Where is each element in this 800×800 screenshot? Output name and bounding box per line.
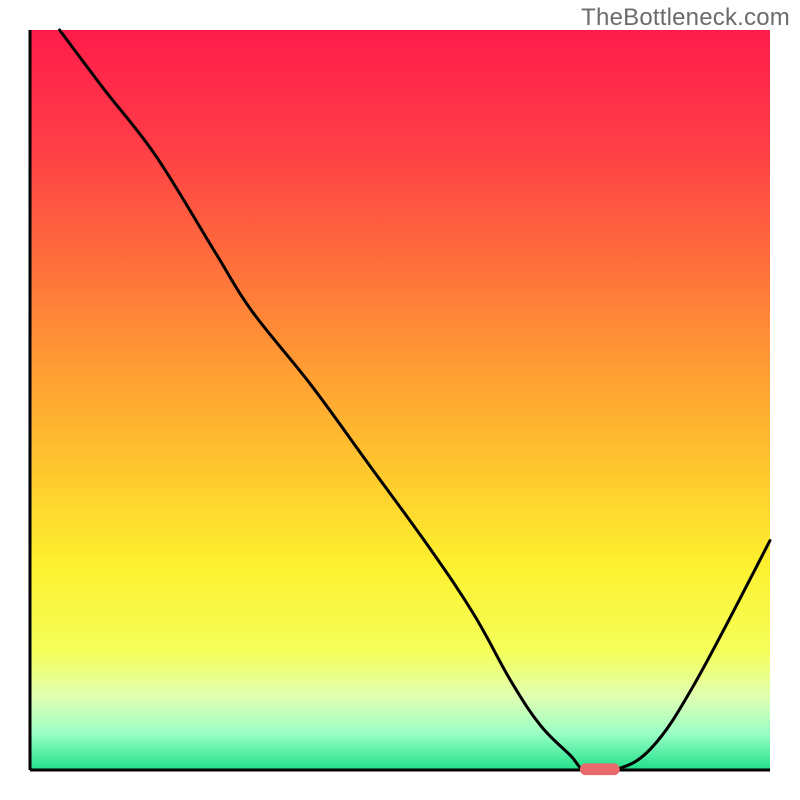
- watermark-text: TheBottleneck.com: [581, 4, 790, 32]
- chart-container: TheBottleneck.com: [0, 0, 800, 800]
- optimal-marker: [580, 763, 620, 775]
- chart-background: [30, 30, 770, 770]
- bottleneck-chart: [0, 0, 800, 800]
